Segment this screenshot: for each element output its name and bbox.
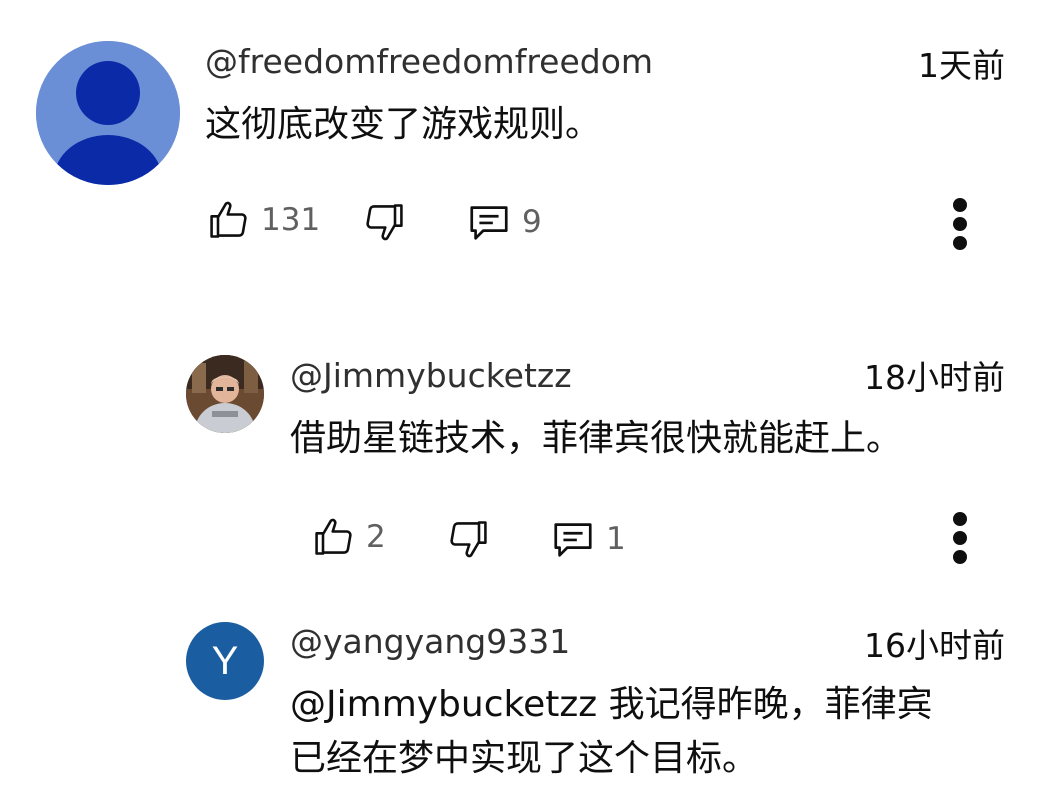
comment-text: 这彻底改变了游戏规则。	[205, 104, 602, 145]
dislike-icon	[366, 204, 403, 241]
comment-item: @freedomfreedomfreedom 1天前 这彻底改变了游戏规则。 1…	[0, 0, 1063, 300]
reply-button[interactable]: 1	[550, 515, 626, 563]
dislike-button[interactable]	[446, 515, 490, 563]
like-icon	[315, 518, 352, 555]
comment-text: 借助星链技术，菲律宾很快就能赶上。	[290, 418, 903, 459]
dislike-button[interactable]	[362, 198, 406, 246]
default-avatar-icon	[36, 41, 180, 185]
comment-author[interactable]: @yangyang9331	[290, 622, 570, 662]
user-photo-avatar	[186, 355, 264, 433]
comment-text-line-1: @Jimmybucketzz 我记得昨晚，菲律宾	[290, 684, 933, 725]
avatar[interactable]: Y	[186, 622, 264, 700]
like-button[interactable]: 2	[312, 513, 386, 561]
like-icon	[210, 201, 247, 238]
reply-count: 1	[606, 521, 626, 557]
like-count: 131	[261, 202, 321, 238]
comment-time: 16小时前	[864, 626, 1005, 665]
comment-time: 18小时前	[864, 358, 1005, 397]
reply-icon	[554, 523, 592, 557]
comment-author[interactable]: @freedomfreedomfreedom	[205, 42, 653, 82]
reply-item: @Jimmybucketzz 18小时前 借助星链技术，菲律宾很快就能赶上。 2…	[0, 300, 1063, 600]
like-button[interactable]: 131	[207, 196, 320, 244]
comment-author[interactable]: @Jimmybucketzz	[290, 356, 572, 396]
dislike-icon	[450, 521, 487, 558]
reply-button[interactable]: 9	[466, 198, 542, 246]
more-options-button[interactable]	[940, 194, 980, 254]
avatar[interactable]	[36, 41, 180, 185]
reply-count: 9	[522, 204, 542, 240]
comment-time: 1天前	[918, 46, 1005, 85]
avatar[interactable]	[186, 355, 264, 433]
avatar-letter: Y	[211, 638, 239, 683]
like-count: 2	[366, 519, 386, 555]
reply-icon	[470, 206, 508, 240]
more-options-button[interactable]	[940, 508, 980, 568]
comment-text-line-2: 已经在梦中实现了这个目标。	[290, 738, 759, 779]
reply-item: Y @yangyang9331 16小时前 @Jimmybucketzz 我记得…	[0, 600, 1063, 795]
